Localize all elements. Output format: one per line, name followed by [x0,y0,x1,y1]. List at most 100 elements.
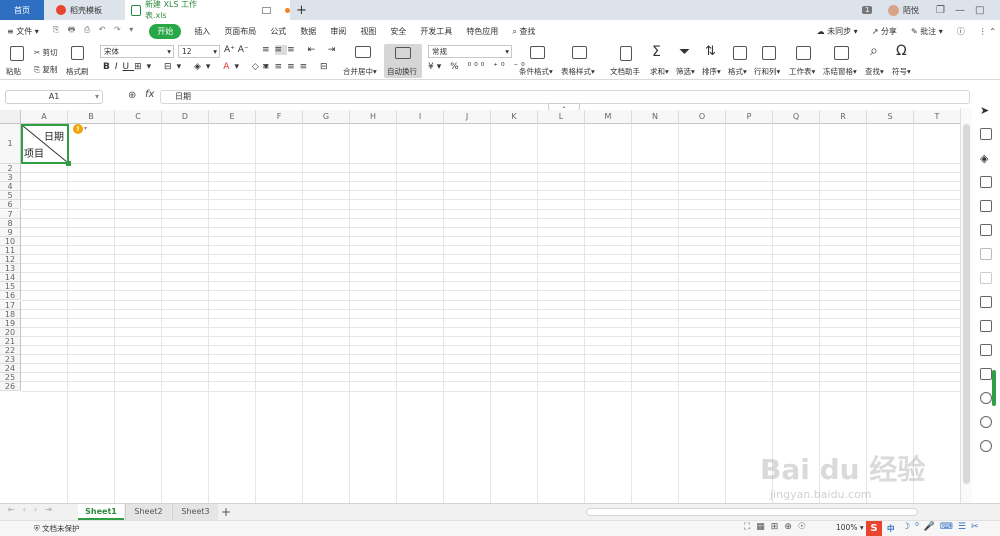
row-header-7[interactable]: 7 [0,209,21,219]
row-header-20[interactable]: 20 [0,327,21,337]
filter-button[interactable]: 筛选▾ [676,66,695,77]
menu-data[interactable]: 数据 [293,26,323,37]
fx-icon[interactable]: fx [145,89,154,100]
column-header-e[interactable]: E [209,110,256,124]
row-header-25[interactable]: 25 [0,373,21,383]
paste-icon[interactable] [10,46,24,61]
monitor-icon[interactable] [262,6,272,14]
row-header-3[interactable]: 3 [0,173,21,183]
row-header-11[interactable]: 11 [0,245,21,255]
row-header-22[interactable]: 22 [0,346,21,356]
column-header-p[interactable]: P [726,110,773,124]
history-icon[interactable] [980,416,992,428]
file-menu[interactable]: ≡ 文件 ▾ [0,26,46,37]
column-header-t[interactable]: T [914,110,960,124]
column-header-i[interactable]: I [397,110,444,124]
row-header-2[interactable]: 2 [0,164,21,174]
fill-icon[interactable]: ◈ [980,152,992,165]
row-header-26[interactable]: 26 [0,382,21,392]
row-header-4[interactable]: 4 [0,182,21,192]
column-header-d[interactable]: D [162,110,209,124]
cursor-icon[interactable]: ➤ [980,104,992,117]
table-style-icon[interactable] [572,46,587,59]
row-header-23[interactable]: 23 [0,355,21,365]
quick-access-icons[interactable]: ⎘ 🖶 ⎙ ↶ ↷ ▾ [46,24,144,38]
cut-button[interactable]: ✂ 剪切 [34,47,58,58]
doc-helper-button[interactable]: 文档助手 [610,66,640,77]
vertical-scrollbar[interactable] [960,108,972,503]
row-col-button[interactable]: 行和列▾ [754,66,780,77]
maximize-icon[interactable]: □ [975,5,984,16]
menu-view[interactable]: 视图 [353,26,383,37]
column-header-m[interactable]: M [585,110,632,124]
tab-home[interactable]: 首页 [0,0,44,20]
vertical-scroll-thumb[interactable] [963,124,970,484]
format-painter-icon[interactable] [71,46,84,60]
row-col-icon[interactable] [762,46,776,60]
sheet-tab-2[interactable]: Sheet2 [125,504,171,520]
sheet-tab-1[interactable]: Sheet1 [78,504,124,520]
sheet-tab-3[interactable]: Sheet3 [172,504,218,520]
sum-icon[interactable]: Σ [652,44,661,60]
row-header-13[interactable]: 13 [0,264,21,274]
menu-special[interactable]: 特色应用 [459,26,505,37]
tab-template[interactable]: 稻壳模板 [50,0,120,20]
column-header-l[interactable]: L [538,110,585,124]
image-icon[interactable] [980,368,992,380]
worksheet-icon[interactable] [796,46,811,60]
find-icon[interactable]: ⌕ [870,43,878,59]
archive-icon[interactable] [980,344,992,356]
font-size-select[interactable]: 12 ▾ [178,45,220,58]
comment-button[interactable]: ✎ 批注 ▾ [904,26,950,37]
document-helper-icon[interactable] [620,46,632,61]
column-header-g[interactable]: G [303,110,350,124]
row-header-19[interactable]: 19 [0,318,21,328]
spreadsheet-grid[interactable]: ABCDEFGHIJKLMNOPQRST 1 2 3 4 5 6 7 8 9 10 11 12 13 14… [0,108,960,503]
row-header-9[interactable]: 9 [0,227,21,237]
column-header-h[interactable]: H [350,110,397,124]
table-style-button[interactable]: 表格样式▾ [561,66,595,77]
link-icon[interactable] [980,272,992,284]
ime-toolbar-icons[interactable]: ☽⁰🎤⌨☰✂ [902,522,983,532]
menu-start[interactable]: 开始 [149,23,182,39]
column-header-b[interactable]: B [68,110,115,124]
freeze-panes-icon[interactable] [834,46,849,60]
add-sheet-button[interactable]: + [220,504,232,520]
worksheet-button[interactable]: 工作表▾ [789,66,815,77]
shield-icon[interactable] [980,392,992,404]
column-header-j[interactable]: J [444,110,491,124]
style-icon[interactable] [980,176,992,188]
sogou-ime-icon[interactable]: S [866,521,882,536]
row-header-16[interactable]: 16 [0,291,21,301]
help-circle-icon[interactable] [980,440,992,452]
find-button[interactable]: 查找▾ [865,66,884,77]
row-header-6[interactable]: 6 [0,200,21,210]
copy-button[interactable]: ⎘ 复制 [34,64,57,75]
font-style-buttons[interactable]: BIU⊞▾ ⊟▾ ◈▾ A▾ ◇▾ [103,62,273,72]
table-icon[interactable] [980,248,992,260]
sheet-nav-arrows-icon[interactable]: ⇤‹›⇥ [8,505,60,514]
formula-input[interactable]: 日期 [160,90,970,104]
symbol-button[interactable]: 符号▾ [892,66,911,77]
sync-status[interactable]: ☁ 未同步 ▾ [810,26,865,37]
column-header-k[interactable]: K [491,110,538,124]
fill-handle[interactable] [66,161,71,166]
row-header-17[interactable]: 17 [0,300,21,310]
format-button[interactable]: 格式▾ [728,66,747,77]
protect-status[interactable]: ⛨ 文档未保护 [34,523,80,534]
more-icon[interactable]: ⋮ ⌃ [972,27,1000,36]
restore-window-icon[interactable]: ❐ [936,5,945,16]
zoom-level[interactable]: 100% ▾ [836,523,864,532]
export-icon[interactable] [980,320,992,332]
column-header-r[interactable]: R [820,110,867,124]
row-header-5[interactable]: 5 [0,191,21,201]
layout-icon[interactable] [980,200,992,212]
number-format-select[interactable]: 常规 ▾ [428,45,512,58]
zoom-formula-icon[interactable]: ⊕ [128,90,136,101]
wrap-text-button[interactable]: 自动换行 [387,66,417,77]
menu-page-layout[interactable]: 页面布局 [217,26,263,37]
conditional-format-button[interactable]: 条件格式▾ [519,66,553,77]
select-all-corner[interactable] [0,110,21,124]
ime-mode[interactable]: 中 [887,523,895,534]
menu-security[interactable]: 安全 [383,26,413,37]
